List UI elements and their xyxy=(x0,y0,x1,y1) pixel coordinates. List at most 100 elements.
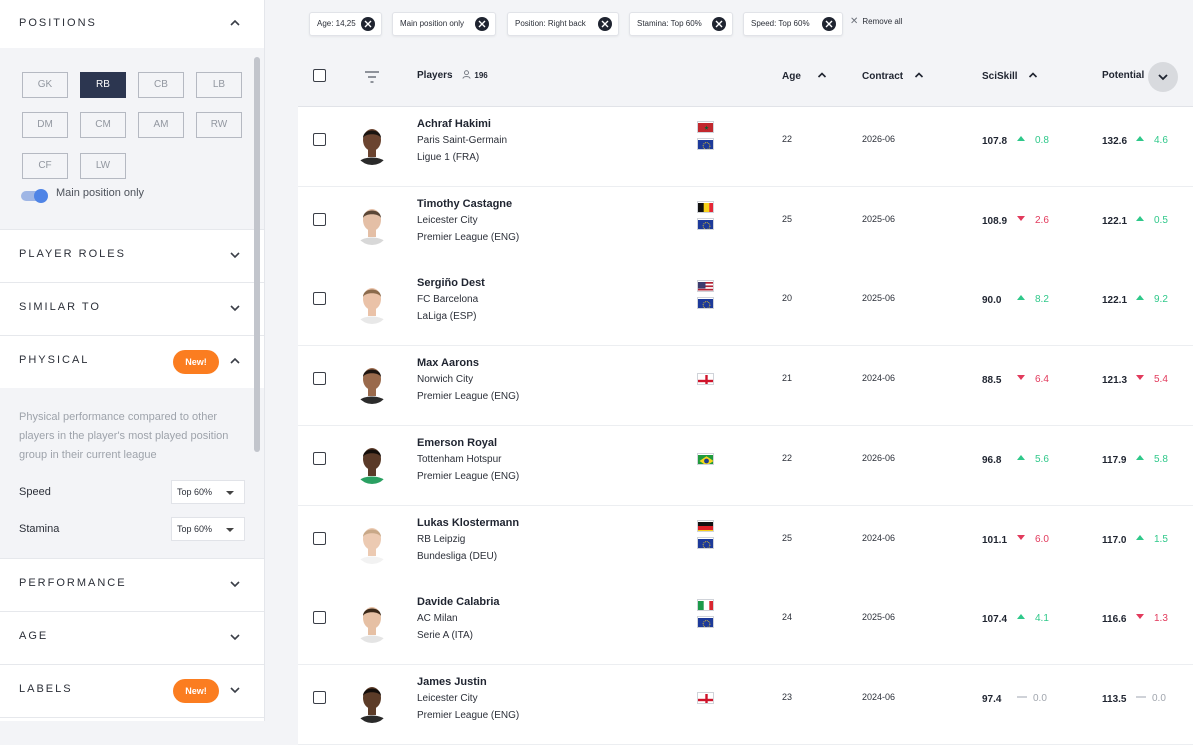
position-button-cm[interactable]: CM xyxy=(80,112,126,138)
row-checkbox[interactable] xyxy=(313,451,326,465)
row-checkbox[interactable] xyxy=(313,531,326,545)
table-row[interactable]: James Justin Leicester City Premier Leag… xyxy=(298,664,1193,745)
select-all-checkbox[interactable] xyxy=(313,69,326,82)
close-icon[interactable] xyxy=(475,17,489,31)
sort-asc-icon[interactable] xyxy=(1028,70,1038,80)
potential-column-header[interactable]: Potential xyxy=(1102,70,1144,81)
player-name[interactable]: Timothy Castagne xyxy=(417,198,512,210)
sort-asc-icon[interactable] xyxy=(914,70,924,80)
age-header[interactable]: AGE xyxy=(0,612,264,664)
players-column-header[interactable]: Players 196 xyxy=(417,70,488,82)
main-position-toggle[interactable] xyxy=(21,189,49,203)
remove-all-button[interactable]: ✕ Remove all xyxy=(850,16,902,27)
row-checkbox[interactable] xyxy=(313,133,326,146)
belgium-flag xyxy=(697,200,714,213)
potential-value: 122.1 xyxy=(1102,295,1128,307)
player-roles-header[interactable]: PLAYER ROLES xyxy=(0,230,264,282)
labels-header[interactable]: LABELS New! xyxy=(0,665,264,717)
close-icon[interactable] xyxy=(712,17,726,31)
similar-to-section[interactable]: SIMILAR TO xyxy=(0,283,264,336)
table-row[interactable]: Sergiño Dest FC Barcelona LaLiga (ESP) 2… xyxy=(298,266,1193,347)
physical-header[interactable]: PHYSICAL New! xyxy=(0,336,264,388)
player-name[interactable]: Emerson Royal xyxy=(417,437,497,449)
chevron-down-icon[interactable] xyxy=(228,301,242,315)
age-column-header[interactable]: Age xyxy=(782,70,827,82)
contract-column-header[interactable]: Contract xyxy=(862,70,924,82)
chevron-down-icon[interactable] xyxy=(228,630,242,644)
filter-chip-position: Position: Right back xyxy=(507,12,619,36)
player-name[interactable]: Lukas Klostermann xyxy=(417,517,519,529)
player-league: Serie A (ITA) xyxy=(417,630,473,642)
player-club: Leicester City xyxy=(417,692,478,704)
chevron-up-icon[interactable] xyxy=(228,16,242,30)
eu-flag xyxy=(697,536,714,549)
player-roles-section[interactable]: PLAYER ROLES xyxy=(0,230,264,283)
chevron-up-icon[interactable] xyxy=(228,354,242,368)
positions-body: GK RB CB LB DM CM AM RW CF LW Main posit… xyxy=(0,48,264,229)
position-button-cf[interactable]: CF xyxy=(22,153,68,179)
filter-chip-label: Speed: Top 60% xyxy=(751,19,810,28)
chevron-down-icon[interactable] xyxy=(228,577,242,591)
player-contract: 2025-06 xyxy=(862,293,896,304)
position-button-lw[interactable]: LW xyxy=(80,153,126,179)
position-button-lb[interactable]: LB xyxy=(196,72,242,98)
table-row[interactable]: Davide Calabria AC Milan Serie A (ITA) 2… xyxy=(298,585,1193,666)
position-button-rb[interactable]: RB xyxy=(80,72,126,98)
positions-header[interactable]: POSITIONS xyxy=(0,0,264,48)
germany-flag xyxy=(697,519,714,532)
sidebar-scrollbar[interactable] xyxy=(252,0,261,721)
sciskill-header-label: SciSkill xyxy=(982,71,1018,82)
stamina-label: Stamina xyxy=(19,523,60,535)
sciskill-value: 101.1 xyxy=(982,534,1008,546)
labels-section[interactable]: LABELS New! xyxy=(0,665,264,718)
row-checkbox[interactable] xyxy=(313,690,326,704)
player-name[interactable]: Sergiño Dest xyxy=(417,277,485,289)
player-name[interactable]: Achraf Hakimi xyxy=(417,118,491,130)
close-icon[interactable] xyxy=(822,17,836,31)
row-checkbox[interactable] xyxy=(313,292,326,306)
sidebar-scrollbar-thumb[interactable] xyxy=(254,57,260,452)
player-name[interactable]: James Justin xyxy=(417,676,487,688)
new-badge: New! xyxy=(173,350,219,374)
position-button-cb[interactable]: CB xyxy=(138,72,184,98)
position-button-gk[interactable]: GK xyxy=(22,72,68,98)
table-row[interactable]: Timothy Castagne Leicester City Premier … xyxy=(298,186,1193,267)
row-checkbox[interactable] xyxy=(313,212,326,226)
stamina-select[interactable]: Top 60% xyxy=(171,517,245,541)
table-row[interactable]: Emerson Royal Tottenham Hotspur Premier … xyxy=(298,425,1193,506)
performance-header[interactable]: PERFORMANCE xyxy=(0,559,264,611)
close-icon[interactable] xyxy=(598,17,612,31)
trend-down-icon xyxy=(1017,534,1025,540)
filter-chip-speed: Speed: Top 60% xyxy=(743,12,843,36)
table-row[interactable]: Max Aarons Norwich City Premier League (… xyxy=(298,346,1193,427)
potential-delta-value: 4.6 xyxy=(1154,135,1168,146)
contract-header-label: Contract xyxy=(862,71,904,82)
close-icon[interactable] xyxy=(361,17,375,31)
position-button-am[interactable]: AM xyxy=(138,112,184,138)
table-row[interactable]: Lukas Klostermann RB Leipzig Bundesliga … xyxy=(298,505,1193,586)
position-button-rw[interactable]: RW xyxy=(196,112,242,138)
similar-to-header[interactable]: SIMILAR TO xyxy=(0,283,264,335)
filter-icon[interactable] xyxy=(364,70,380,84)
row-checkbox[interactable] xyxy=(313,611,326,625)
sciskill-delta: 0.8 xyxy=(1017,135,1049,146)
speed-select[interactable]: Top 60% xyxy=(171,480,245,504)
row-checkbox[interactable] xyxy=(313,372,326,386)
performance-section[interactable]: PERFORMANCE xyxy=(0,559,264,612)
chevron-down-icon[interactable] xyxy=(228,248,242,262)
table-header: Players 196 Age Contract SciSkill Potent… xyxy=(298,46,1193,107)
sciskill-column-header[interactable]: SciSkill xyxy=(982,70,1038,82)
sort-desc-button[interactable] xyxy=(1148,62,1178,92)
sort-asc-icon[interactable] xyxy=(817,70,827,80)
player-name[interactable]: Davide Calabria xyxy=(417,596,500,608)
chevron-down-icon xyxy=(1158,74,1168,81)
position-button-dm[interactable]: DM xyxy=(22,112,68,138)
player-name[interactable]: Max Aarons xyxy=(417,357,479,369)
new-badge: New! xyxy=(173,679,219,703)
age-section[interactable]: AGE xyxy=(0,612,264,665)
chevron-down-icon[interactable] xyxy=(228,683,242,697)
table-row[interactable]: Achraf Hakimi Paris Saint-Germain Ligue … xyxy=(298,107,1193,187)
filter-chip-main-position: Main position only xyxy=(392,12,496,36)
sciskill-value: 90.0 xyxy=(982,295,1002,307)
player-roles-title: PLAYER ROLES xyxy=(19,248,126,260)
